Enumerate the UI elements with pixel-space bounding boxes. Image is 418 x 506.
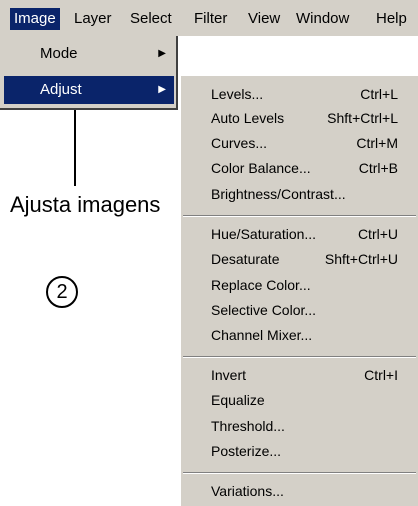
- menu-item-label: Curves...: [211, 135, 268, 151]
- menu-item-selective-color[interactable]: Selective Color...: [211, 298, 398, 322]
- menu-select[interactable]: Select: [126, 8, 176, 30]
- image-menu-dropdown: Mode ▶ Adjust ▶: [0, 36, 178, 110]
- menu-separator: [183, 215, 416, 217]
- menu-item-variations[interactable]: Variations...: [211, 479, 398, 503]
- menu-item-label: Channel Mixer...: [211, 327, 313, 343]
- menu-item-levels[interactable]: Levels... Ctrl+L: [211, 82, 398, 106]
- menu-item-replace-color[interactable]: Replace Color...: [211, 273, 398, 297]
- menu-item-label: Brightness/Contrast...: [211, 186, 346, 202]
- menu-filter[interactable]: Filter: [190, 8, 231, 30]
- menu-bar: Image Layer Select Filter View Window He…: [0, 0, 418, 36]
- submenu-arrow-icon: ▶: [158, 48, 166, 59]
- menu-item-label: Auto Levels: [211, 110, 285, 126]
- menu-item-label: Posterize...: [211, 443, 282, 459]
- menu-item-adjust-label: Adjust: [40, 81, 82, 98]
- menu-item-label: Threshold...: [211, 418, 285, 434]
- menu-item-mode-label: Mode: [40, 45, 78, 62]
- menu-item-shortcut: Ctrl+L: [360, 86, 398, 102]
- menu-item-label: Variations...: [211, 483, 284, 499]
- menu-item-brightness-contrast[interactable]: Brightness/Contrast...: [211, 182, 398, 206]
- menu-view[interactable]: View: [244, 8, 284, 30]
- menu-item-shortcut: Ctrl+B: [358, 160, 398, 176]
- menu-item-shortcut: Ctrl+U: [357, 226, 398, 242]
- menu-item-label: Replace Color...: [211, 277, 311, 293]
- menu-item-hue-saturation[interactable]: Hue/Saturation... Ctrl+U: [211, 222, 398, 246]
- menu-item-shortcut: Ctrl+M: [356, 135, 398, 151]
- menu-item-color-balance[interactable]: Color Balance... Ctrl+B: [211, 156, 398, 180]
- menu-layer[interactable]: Layer: [70, 8, 116, 30]
- menu-image[interactable]: Image: [10, 8, 60, 30]
- menu-item-label: Hue/Saturation...: [211, 226, 317, 242]
- menu-item-auto-levels[interactable]: Auto Levels Shft+Ctrl+L: [211, 106, 398, 130]
- menu-item-label: Levels...: [211, 86, 264, 102]
- menu-item-label: Color Balance...: [211, 160, 311, 176]
- menu-item-shortcut: Shft+Ctrl+L: [327, 110, 398, 126]
- menu-item-label: Invert: [211, 367, 247, 383]
- menu-item-equalize[interactable]: Equalize: [211, 388, 398, 412]
- menu-item-shortcut: Ctrl+I: [364, 367, 398, 383]
- menu-item-channel-mixer[interactable]: Channel Mixer...: [211, 323, 398, 347]
- menu-item-curves[interactable]: Curves... Ctrl+M: [211, 131, 398, 155]
- adjust-submenu: Levels... Ctrl+L Auto Levels Shft+Ctrl+L C…: [180, 76, 418, 506]
- menu-separator: [183, 472, 416, 474]
- menu-item-invert[interactable]: Invert Ctrl+I: [211, 363, 398, 387]
- annotation-label: Ajusta imagens: [10, 192, 161, 217]
- menu-item-shortcut: Shft+Ctrl+U: [324, 251, 398, 267]
- step-number-badge: 2: [46, 276, 78, 308]
- menu-separator: [183, 356, 416, 358]
- menu-window[interactable]: Window: [292, 8, 353, 30]
- menu-item-label: Selective Color...: [211, 302, 317, 318]
- annotation-pointer-line: [74, 110, 76, 186]
- menu-item-desaturate[interactable]: Desaturate Shft+Ctrl+U: [211, 247, 398, 271]
- menu-item-adjust[interactable]: Adjust ▶: [4, 76, 174, 104]
- submenu-arrow-icon: ▶: [158, 84, 166, 95]
- menu-item-label: Equalize: [211, 392, 265, 408]
- menu-help[interactable]: Help: [372, 8, 411, 30]
- menu-item-mode[interactable]: Mode ▶: [4, 40, 174, 68]
- menu-item-threshold[interactable]: Threshold...: [211, 414, 398, 438]
- menu-item-posterize[interactable]: Posterize...: [211, 439, 398, 463]
- menu-item-label: Desaturate: [211, 251, 280, 267]
